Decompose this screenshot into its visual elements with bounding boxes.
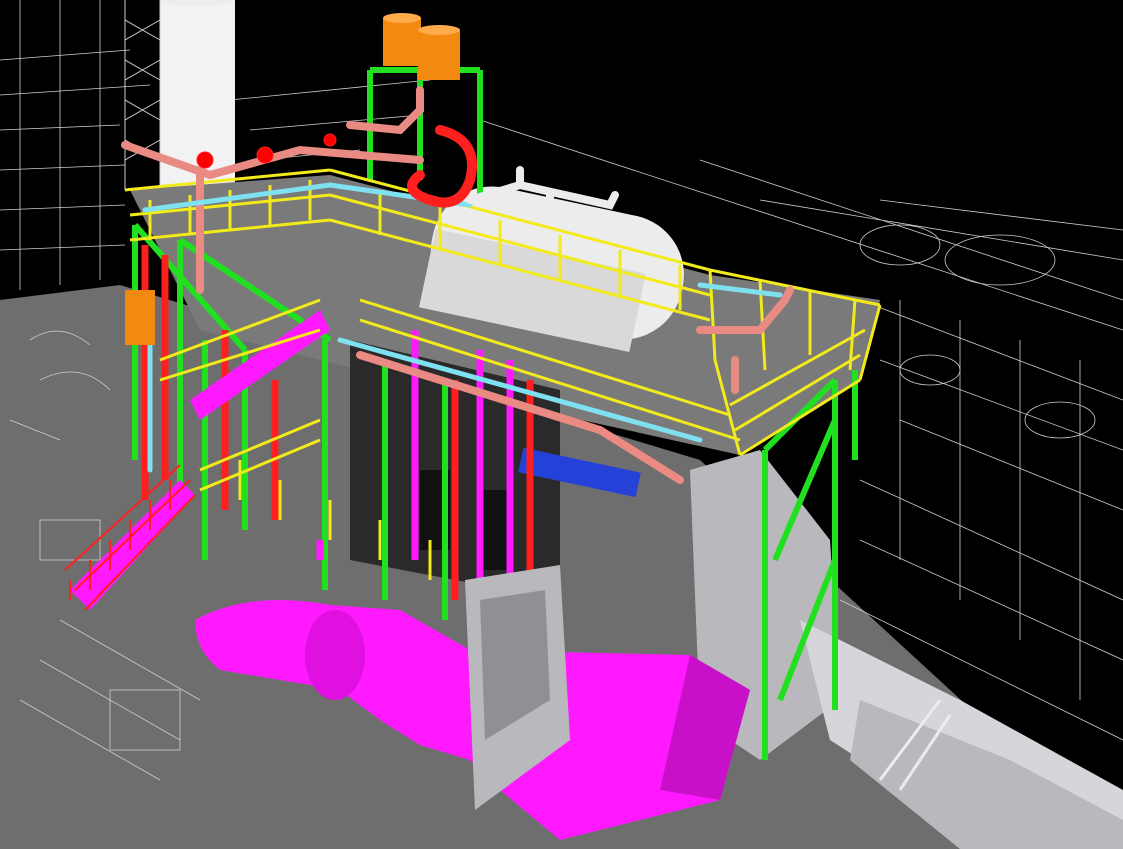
model-viewport[interactable] bbox=[0, 0, 1123, 849]
stack-lattice bbox=[124, 0, 161, 190]
plant-3d-scene[interactable] bbox=[0, 0, 1123, 849]
